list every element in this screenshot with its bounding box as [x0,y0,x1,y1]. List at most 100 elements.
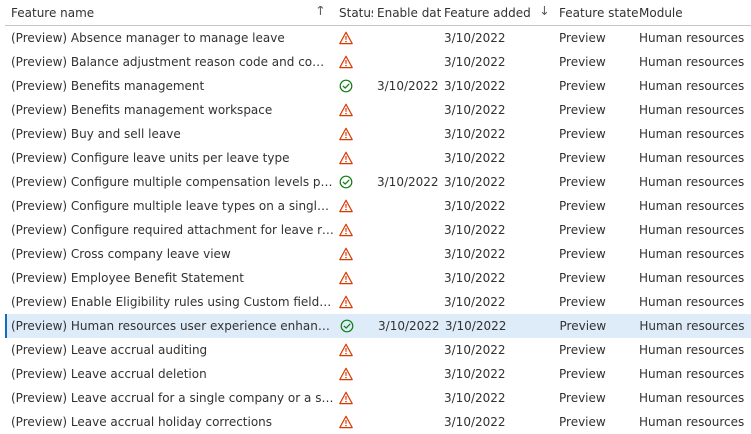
column-header-feature-name[interactable]: Feature name ↑ [5,6,335,20]
feature-state-cell: Preview [559,103,606,117]
check-circle-icon [339,175,353,189]
feature-added-cell: 3/10/2022 [444,55,506,69]
module-cell: Human resources [639,271,745,285]
feature-state-cell: Preview [559,367,606,381]
table-row[interactable]: (Preview) Human resources user experienc… [5,314,751,338]
table-row[interactable]: (Preview) Employee Benefit Statement 3/10… [5,266,751,290]
feature-state-cell: Preview [559,127,606,141]
feature-state-cell: Preview [559,79,606,93]
table-row[interactable]: (Preview) Leave accrual for a single com… [5,386,751,410]
status-cell [335,247,373,262]
feature-name-cell: (Preview) Leave accrual holiday correcti… [11,415,273,429]
feature-name-cell: (Preview) Human resources user experienc… [11,319,337,333]
column-header-label: Status [339,5,373,20]
column-header-enable-date[interactable]: Enable date [373,6,441,20]
table-row[interactable]: (Preview) Balance adjustment reason code… [5,50,751,74]
table-row[interactable]: (Preview) Configure multiple leave types… [5,194,751,218]
column-header-label: Feature name [11,5,95,20]
feature-added-cell: 3/10/2022 [444,151,506,165]
column-header-module[interactable]: Module [638,6,751,20]
warning-icon [339,391,353,405]
status-cell [335,55,373,70]
sort-descending-icon[interactable]: ↓ [539,6,550,19]
status-cell [336,319,374,334]
table-row[interactable]: (Preview) Configure required attachment … [5,218,751,242]
feature-state-cell: Preview [559,295,606,309]
feature-added-cell: 3/10/2022 [444,391,506,405]
table-row[interactable]: (Preview) Benefits management workspace 3… [5,98,751,122]
column-header-feature-added[interactable]: Feature added ↓ [441,6,558,20]
feature-name-cell: (Preview) Leave accrual deletion [11,367,207,381]
feature-name-cell: (Preview) Employee Benefit Statement [11,271,244,285]
warning-icon [339,295,353,309]
status-cell [335,415,373,430]
warning-icon [339,55,353,69]
feature-added-cell: 3/10/2022 [444,247,506,261]
status-cell [335,367,373,382]
enable-date-cell: 3/10/2022 [378,319,440,333]
status-cell [335,343,373,358]
module-cell: Human resources [639,319,745,333]
feature-state-cell: Preview [559,343,606,357]
table-row[interactable]: (Preview) Leave accrual deletion 3/10/202… [5,362,751,386]
warning-icon [339,271,353,285]
status-cell [335,127,373,142]
feature-added-cell: 3/10/2022 [444,319,507,333]
feature-added-cell: 3/10/2022 [444,343,506,357]
module-cell: Human resources [639,79,745,93]
status-cell [335,223,373,238]
module-cell: Human resources [639,127,745,141]
module-cell: Human resources [639,223,745,237]
feature-state-cell: Preview [559,271,606,285]
table-row[interactable]: (Preview) Cross company leave view 3/10/2… [5,242,751,266]
column-header-feature-state[interactable]: Feature state [558,6,638,20]
feature-state-cell: Preview [559,151,606,165]
module-cell: Human resources [639,151,745,165]
feature-state-cell: Preview [559,415,606,429]
feature-state-cell: Preview [559,247,606,261]
status-cell [335,199,373,214]
feature-name-cell: (Preview) Buy and sell leave [11,127,181,141]
module-cell: Human resources [639,55,745,69]
feature-name-cell: (Preview) Benefits management workspace [11,103,273,117]
status-cell [335,391,373,406]
table-row[interactable]: (Preview) Absence manager to manage leav… [5,26,751,50]
feature-added-cell: 3/10/2022 [444,415,506,429]
warning-icon [339,223,353,237]
table-row[interactable]: (Preview) Benefits management 3/10/2022 3/… [5,74,751,98]
enable-date-cell: 3/10/2022 [377,175,439,189]
table-row[interactable]: (Preview) Leave accrual holiday correcti… [5,410,751,434]
feature-state-cell: Preview [559,223,606,237]
status-cell [335,295,373,310]
warning-icon [339,367,353,381]
table-row[interactable]: (Preview) Enable Eligibility rules using… [5,290,751,314]
status-cell [335,151,373,166]
warning-icon [339,151,353,165]
feature-added-cell: 3/10/2022 [444,175,506,189]
column-header-status[interactable]: Status [335,6,373,20]
feature-name-cell: (Preview) Balance adjustment reason code… [11,55,335,69]
table-row[interactable]: (Preview) Buy and sell leave 3/10/2022 Pre… [5,122,751,146]
feature-added-cell: 3/10/2022 [444,367,506,381]
feature-name-cell: (Preview) Configure multiple compensatio… [11,175,335,189]
column-header-label: Feature state [559,5,638,20]
feature-state-cell: Preview [559,319,607,333]
module-cell: Human resources [639,247,745,261]
check-circle-icon [340,319,354,333]
column-header-label: Enable date [377,5,441,20]
sort-ascending-icon[interactable]: ↑ [315,6,326,19]
module-cell: Human resources [639,367,745,381]
feature-name-cell: (Preview) Enable Eligibility rules using… [11,295,335,309]
module-cell: Human resources [639,295,745,309]
table-row[interactable]: (Preview) Configure multiple compensatio… [5,170,751,194]
module-cell: Human resources [639,199,745,213]
warning-icon [339,199,353,213]
status-cell [335,103,373,118]
warning-icon [339,247,353,261]
feature-state-cell: Preview [559,199,606,213]
table-row[interactable]: (Preview) Leave accrual auditing 3/10/202… [5,338,751,362]
feature-added-cell: 3/10/2022 [444,103,506,117]
table-row[interactable]: (Preview) Configure leave units per leav… [5,146,751,170]
feature-added-cell: 3/10/2022 [444,271,506,285]
module-cell: Human resources [639,343,745,357]
